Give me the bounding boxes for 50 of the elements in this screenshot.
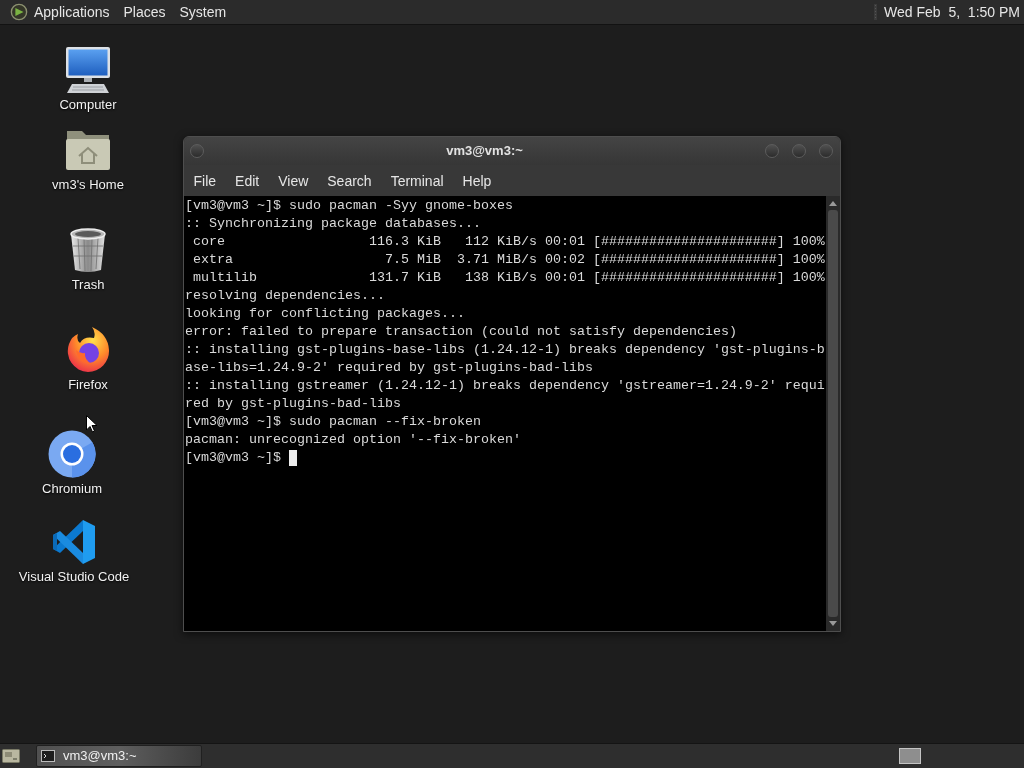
desktop-icon-label[interactable]: Firefox [68, 377, 108, 393]
window-title: vm3@vm3:~ [446, 142, 523, 160]
desktop-icon-label[interactable]: Trash [71, 277, 105, 293]
terminal-line: [vm3@vm3 ~]$ sudo pacman --fix-broken [185, 413, 482, 431]
terminal-line: looking for conflicting packages... [185, 305, 466, 323]
panel-menu[interactable]: Applications [31, 2, 113, 22]
menu-item[interactable]: Help [453, 170, 501, 191]
terminal-line: resolving dependencies... [185, 287, 386, 305]
show-desktop-icon[interactable] [2, 748, 20, 764]
minimize-button[interactable] [765, 144, 779, 158]
workspace-switcher-icon[interactable] [899, 748, 921, 764]
panel-grip-icon[interactable] [874, 4, 878, 20]
terminal-line: extra 7.5 MiB 3.71 MiB/s 00:02 [######################] 100% [192, 251, 826, 269]
block-cursor-icon [289, 450, 297, 466]
terminal-line: :: installing gstreamer (1.24.12-1) breaks dependency 'gstreamer=1.24.9-2' requi [185, 377, 826, 395]
terminal-icon [41, 750, 55, 762]
desktop-icon-label[interactable]: Computer [59, 97, 117, 113]
terminal-line: error: failed to prepare transaction (could not satisfy dependencies) [185, 323, 738, 341]
window-menu-button[interactable] [190, 144, 204, 158]
terminal-line: pacman: unrecognized option '--fix-broken' [185, 431, 522, 449]
desktop-icon-label[interactable]: vm3's Home [52, 177, 124, 193]
close-button[interactable] [819, 144, 833, 158]
circle-logo-icon[interactable] [10, 3, 28, 21]
terminal-line: [vm3@vm3 ~]$ sudo pacman -Syy gnome-boxes [185, 197, 514, 215]
monitor-icon [64, 46, 112, 94]
menu-item[interactable]: File [184, 170, 226, 191]
vscode-logo-icon [50, 518, 98, 566]
desktop-icon-label[interactable]: Visual Studio Code [18, 569, 130, 585]
terminal-line: ase-libs=1.24.9-2' required by gst-plugins-bad-libs [185, 359, 594, 377]
terminal-line: :: installing gst-plugins-base-libs (1.24.12-1) breaks dependency 'gst-plugins-b [185, 341, 826, 359]
chromium-logo-icon [48, 430, 96, 478]
maximize-button[interactable] [792, 144, 806, 158]
terminal-line: :: Synchronizing package databases... [185, 215, 482, 233]
scrollbar-thumb[interactable] [828, 210, 838, 617]
menu-item[interactable]: Search [317, 170, 382, 191]
taskbar-window-button[interactable]: vm3@vm3:~ [36, 745, 202, 767]
scroll-up-arrow-icon[interactable] [829, 201, 837, 206]
clock[interactable]: Wed Feb 5, 1:50 PM [884, 2, 1024, 22]
menu-item[interactable]: Terminal [381, 170, 454, 191]
desktop-icon-label[interactable]: Chromium [42, 481, 102, 497]
menu-item[interactable]: Edit [225, 170, 269, 191]
terminal-line: red by gst-plugins-bad-libs [185, 395, 402, 413]
panel-menu[interactable]: System [176, 2, 230, 22]
scroll-down-arrow-icon[interactable] [829, 621, 837, 626]
terminal-line: multilib 131.7 KiB 138 KiB/s 00:01 [######################] 100% [192, 269, 826, 287]
panel-menu[interactable]: Places [120, 2, 169, 22]
terminal-line: core 116.3 KiB 112 KiB/s 00:01 [######################] 100% [192, 233, 826, 251]
terminal-prompt: [vm3@vm3 ~]$ [185, 449, 281, 467]
mouse-pointer-icon [86, 415, 98, 433]
menu-item[interactable]: View [268, 170, 318, 191]
